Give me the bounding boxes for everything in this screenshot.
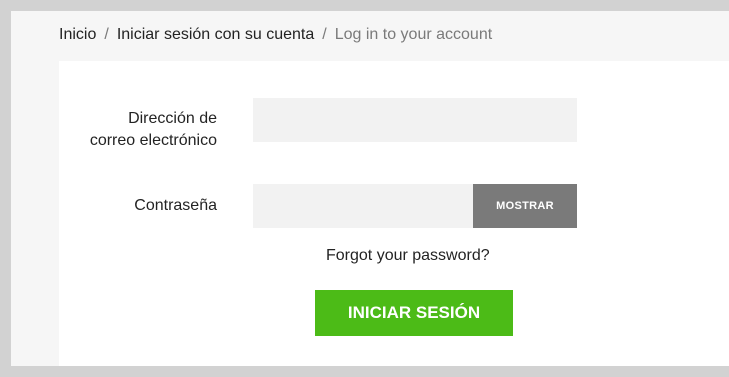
email-field-label: Dirección de correo electrónico [59,108,217,152]
breadcrumb-separator: / [322,26,327,43]
show-password-button[interactable]: MOSTRAR [473,184,577,228]
page-viewport: Inicio / Iniciar sesión con su cuenta / Log … [11,11,729,366]
breadcrumb-separator: / [104,26,109,43]
breadcrumb-login-link[interactable]: Iniciar sesión con su cuenta [117,26,314,43]
email-label-line1: Dirección de [128,110,217,127]
password-field-label: Contraseña [134,197,217,214]
login-submit-button[interactable]: INICIAR SESIÓN [315,290,513,336]
email-label-line2: correo electrónico [89,132,217,149]
forgot-password-link[interactable]: Forgot your password? [326,247,490,265]
breadcrumb-current-page: Log in to your account [334,26,493,43]
email-input[interactable] [253,98,577,142]
password-input[interactable] [253,184,473,228]
login-form-card: Dirección de correo electrónico Contrase… [59,61,729,366]
breadcrumb-home-link[interactable]: Inicio [59,26,96,43]
breadcrumb: Inicio / Iniciar sesión con su cuenta / Log … [59,26,492,44]
